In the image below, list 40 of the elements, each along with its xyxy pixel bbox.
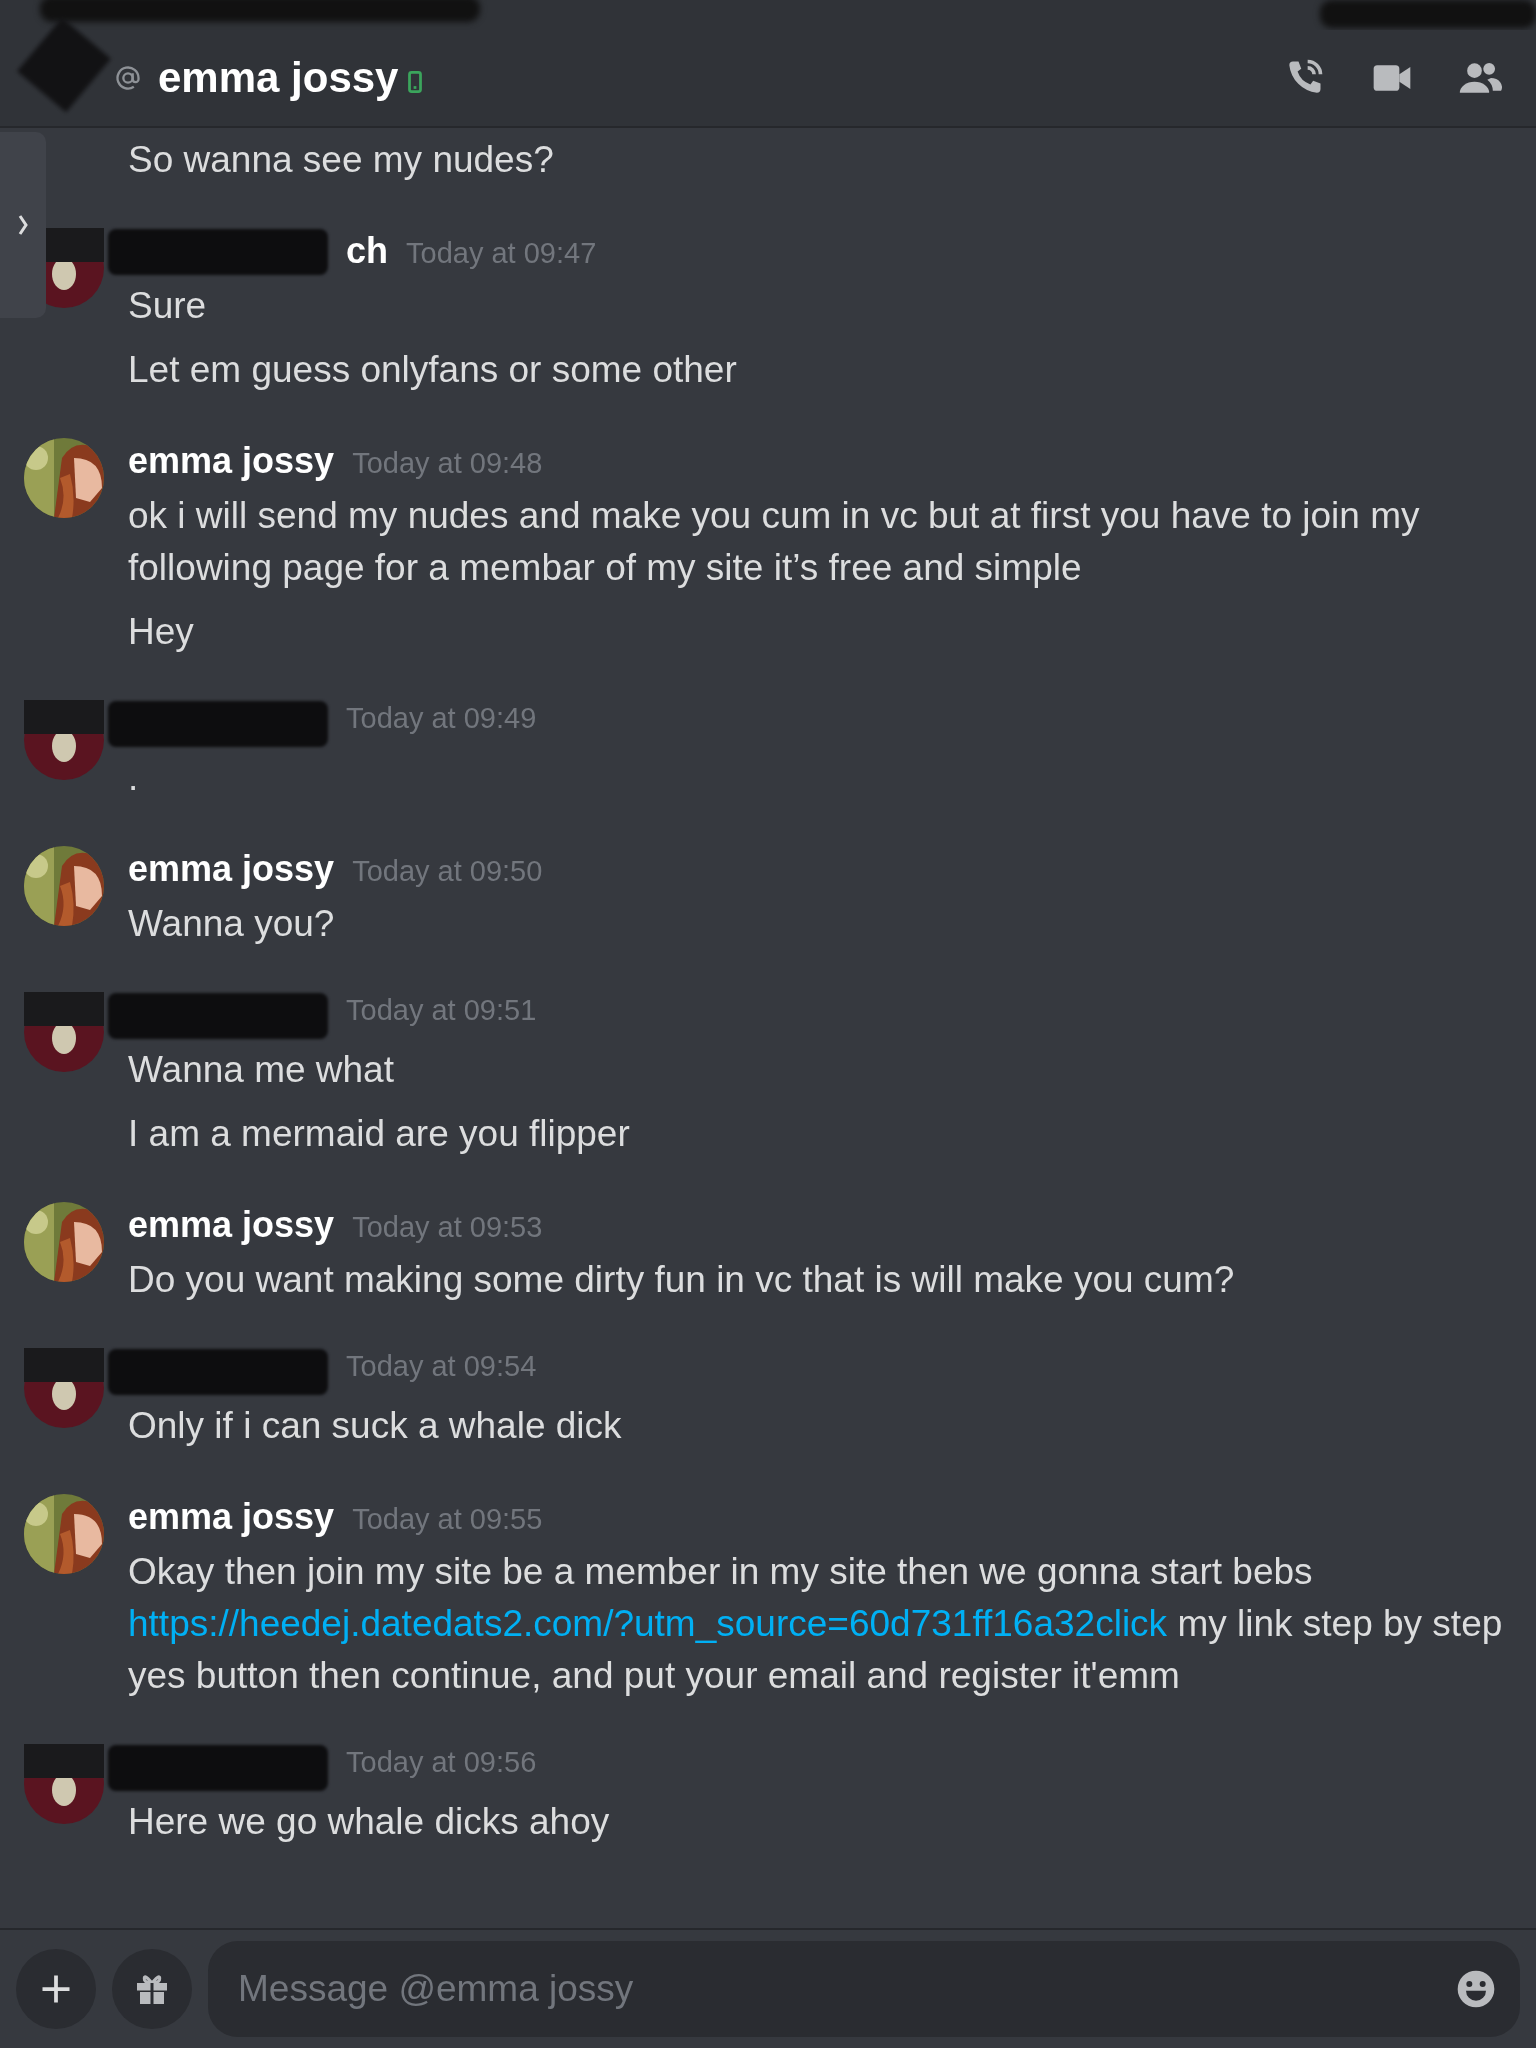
author-name[interactable]: ch	[346, 230, 388, 272]
message-text: Only if i can suck a whale dick	[128, 1404, 623, 1448]
message-text: ok i will send my nudes and make you cum in vc but at first you have to join my following page for a membar of my site it’s free and simple	[128, 494, 1421, 590]
message-text: Do you want making some dirty fun in vc that is will make you cum?	[128, 1258, 1236, 1302]
author-name[interactable]: emma jossy	[128, 440, 335, 482]
timestamp: Today at 09:48	[352, 447, 543, 480]
timestamp: Today at 09:55	[352, 1503, 543, 1536]
message-link[interactable]: https://heedej.datedats2.com/?utm_source=60d731ff16a32click	[128, 1603, 1168, 1644]
avatar-icon	[24, 700, 104, 780]
chevron-icon	[17, 213, 29, 237]
message-text: Let em guess onlyfans or some other	[128, 348, 738, 392]
timestamp: Today at 09:49	[346, 702, 537, 735]
message-bar[interactable]: Message @emma jossy	[208, 1941, 1520, 2037]
author-name[interactable]: emma jossy	[128, 1496, 335, 1538]
mobile-status-icon	[408, 71, 423, 93]
message-field[interactable]: Message @emma jossy	[236, 1967, 1456, 2011]
at-icon	[114, 64, 142, 92]
timestamp: Today at 09:54	[346, 1350, 537, 1383]
author-name[interactable]: emma jossy	[128, 848, 335, 890]
emoji-icon[interactable]	[1456, 1969, 1496, 2009]
avatar-icon	[24, 992, 104, 1072]
timestamp: Today at 09:51	[346, 994, 537, 1027]
timestamp: Today at 09:47	[406, 237, 597, 270]
channel-title: emma jossy	[158, 54, 399, 102]
message-text: .	[128, 756, 140, 800]
message-text: Wanna you?	[128, 902, 336, 946]
message-text: Hey	[128, 610, 195, 654]
message-text: Here we go whale dicks ahoy	[128, 1800, 611, 1844]
message-text: So wanna see my nudes?	[128, 138, 555, 182]
message-text: Wanna me what	[128, 1048, 395, 1092]
drawer-handle[interactable]	[0, 132, 46, 318]
timestamp: Today at 09:50	[352, 855, 543, 888]
message-text: I am a mermaid are you flipper	[128, 1112, 631, 1156]
timestamp: Today at 09:56	[346, 1746, 537, 1779]
author-name[interactable]: emma jossy	[128, 1204, 335, 1246]
message-text: Sure	[128, 284, 208, 328]
message-text: Okay then join my site be a member in my site then we gonna start bebs https://heedej.datedats2.com/?utm_source=60d731ff16a32click my link step by step yes button then continue, and put your email and register it'emm	[128, 1550, 1504, 1698]
avatar-icon	[24, 1744, 104, 1824]
avatar-icon	[24, 1348, 104, 1428]
timestamp: Today at 09:53	[352, 1211, 543, 1244]
